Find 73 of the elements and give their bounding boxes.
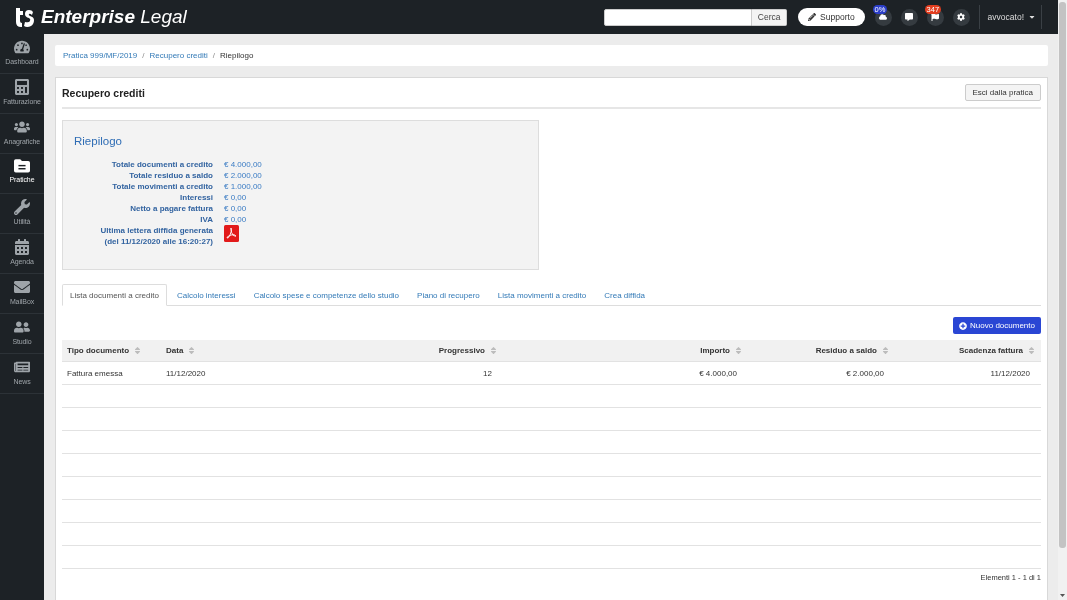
summary-value: € 4.000,00 bbox=[224, 159, 262, 170]
support-button[interactable]: Supporto bbox=[798, 8, 865, 26]
gauge-icon bbox=[14, 39, 30, 55]
users-icon bbox=[14, 319, 30, 335]
summary-label: Netto a pagare fattura bbox=[129, 203, 213, 214]
summary-label: Totale movimenti a credito bbox=[111, 181, 213, 192]
cloud-icon bbox=[879, 13, 888, 21]
table-cell-text: € 2.000,00 bbox=[845, 367, 885, 380]
tab[interactable]: Crea diffida bbox=[596, 284, 654, 306]
sort-icon bbox=[881, 346, 890, 355]
summary-title: Riepilogo bbox=[74, 135, 122, 147]
table-cell-text: 11/12/2020 bbox=[165, 367, 207, 380]
summary-value: € 0,00 bbox=[224, 214, 248, 225]
summary-label: Totale residuo a saldo bbox=[128, 170, 213, 181]
tab[interactable]: Lista movimenti a credito bbox=[489, 284, 595, 306]
search-button[interactable]: Cerca bbox=[752, 8, 788, 26]
search-field[interactable] bbox=[604, 8, 753, 26]
sort-icon bbox=[1027, 346, 1036, 355]
table-cell-text: 12 bbox=[482, 367, 493, 380]
calculator-icon bbox=[14, 79, 30, 95]
summary-value: € 1.000,00 bbox=[224, 181, 262, 192]
tab[interactable]: Calcolo interessi bbox=[168, 284, 244, 306]
sort-icon bbox=[187, 346, 197, 355]
down-arrow-icon[interactable] bbox=[1060, 594, 1065, 597]
caret-down-icon bbox=[1028, 13, 1036, 21]
summary-value: € 0,00 bbox=[224, 203, 248, 214]
envelope-icon bbox=[14, 279, 30, 295]
breadcrumb-current: Riepilogo bbox=[220, 51, 254, 60]
sort-icon bbox=[133, 346, 143, 355]
scrollbar[interactable] bbox=[1058, 0, 1067, 600]
calendar-icon bbox=[14, 239, 30, 255]
newspaper-icon bbox=[14, 359, 30, 375]
settings-icon bbox=[957, 13, 966, 21]
table-cell-text: € 4.000,00 bbox=[698, 367, 738, 380]
user-menu[interactable]: avvocato! bbox=[979, 5, 1041, 29]
brand-name: Enterprise Legal bbox=[41, 6, 187, 28]
column-header[interactable]: Scadenza fattura bbox=[895, 340, 1041, 361]
column-header[interactable]: Importo bbox=[503, 340, 748, 361]
column-header[interactable]: Data bbox=[161, 340, 331, 361]
column-header[interactable]: Residuo a saldo bbox=[748, 340, 895, 361]
breadcrumb-separator: / bbox=[142, 51, 145, 60]
summary-label: IVA bbox=[199, 214, 213, 225]
summary-label: Ultima lettera diffida generata (del 11/12/2020 alle 16:20:27) bbox=[99, 225, 213, 247]
pencil-icon bbox=[808, 13, 817, 21]
table-cell-text: 11/12/2020 bbox=[989, 367, 1031, 380]
column-header[interactable]: Progressivo bbox=[331, 340, 503, 361]
new-document-button[interactable]: Nuovo documento bbox=[953, 317, 1041, 334]
settings-button[interactable] bbox=[952, 8, 970, 26]
breadcrumb-separator: / bbox=[212, 51, 215, 60]
column-header[interactable]: Tipo documento bbox=[62, 340, 161, 361]
wrench-icon bbox=[14, 199, 30, 215]
exit-button[interactable]: Esci dalla pratica bbox=[964, 84, 1041, 101]
tab[interactable]: Calcolo spese e competenze dello studio bbox=[245, 284, 408, 306]
chat-button[interactable] bbox=[900, 8, 918, 26]
tab[interactable]: Piano di recupero bbox=[409, 284, 488, 306]
flag-icon bbox=[931, 13, 940, 21]
chat-icon bbox=[905, 13, 914, 21]
sort-icon bbox=[489, 346, 498, 355]
summary-value: € 0,00 bbox=[224, 192, 248, 203]
sort-icon bbox=[734, 346, 743, 355]
pdf-file-icon[interactable] bbox=[224, 225, 239, 242]
summary-value: € 2.000,00 bbox=[224, 170, 262, 181]
summary-label: Interessi bbox=[179, 192, 213, 203]
tab[interactable]: Lista documenti a credito bbox=[62, 284, 167, 306]
panel-title: Recupero crediti bbox=[62, 86, 145, 99]
scrollbar-thumb[interactable] bbox=[1059, 2, 1066, 548]
summary-label: Totale documenti a credito bbox=[110, 159, 213, 170]
users-icon bbox=[14, 119, 30, 135]
breadcrumb-link[interactable]: Recupero crediti bbox=[149, 51, 208, 60]
table-cell-text: Fattura emessa bbox=[66, 367, 124, 380]
logo-icon bbox=[13, 6, 35, 28]
folder-icon bbox=[14, 159, 30, 173]
breadcrumb-link[interactable]: Pratica 999/MF/2019 bbox=[63, 51, 138, 60]
